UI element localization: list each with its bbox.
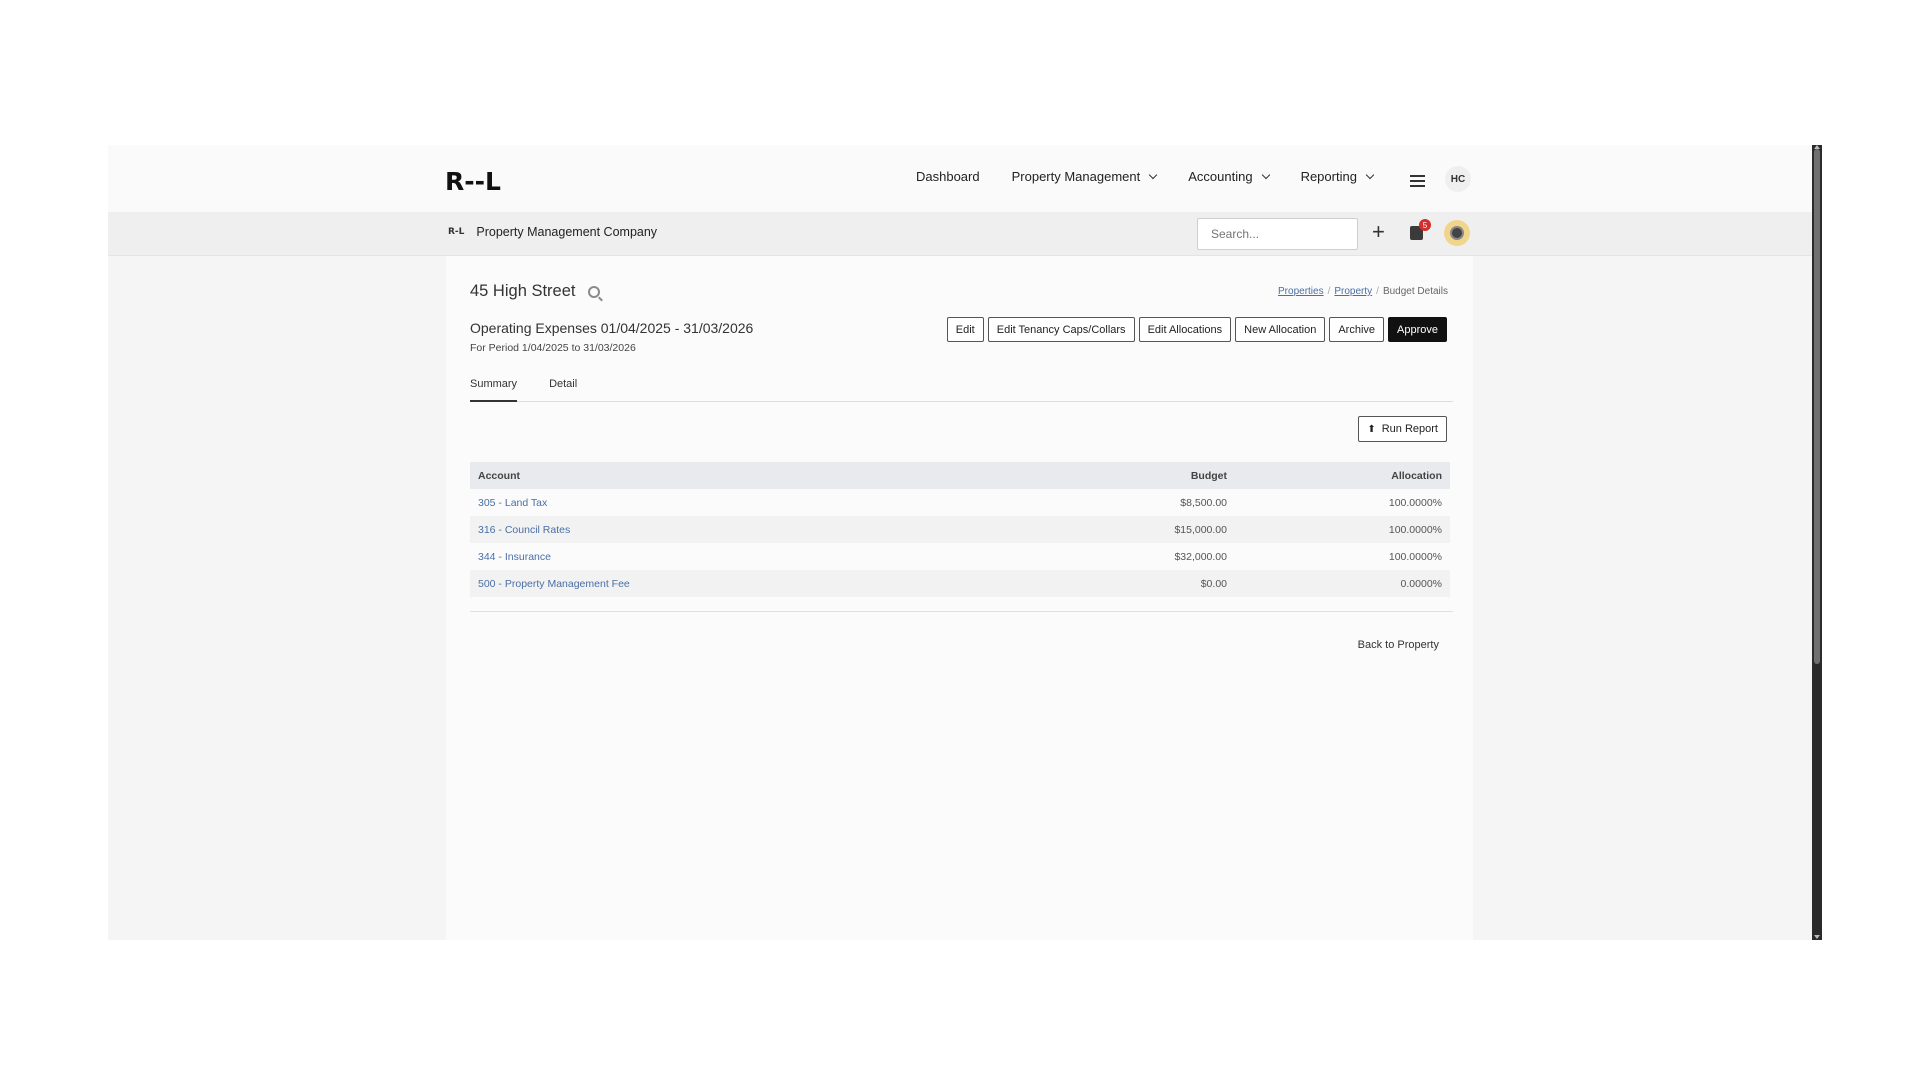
action-buttons: Edit Edit Tenancy Caps/Collars Edit Allo…	[943, 317, 1447, 342]
user-initials-avatar[interactable]: HC	[1445, 166, 1471, 192]
run-report-label: Run Report	[1381, 423, 1438, 435]
budget-title: Operating Expenses 01/04/2025 - 31/03/20…	[470, 320, 754, 336]
account-link[interactable]: 305 - Land Tax	[478, 497, 1107, 509]
table-row: 500 - Property Management Fee $0.00 0.00…	[470, 570, 1450, 597]
header-allocation: Allocation	[1391, 469, 1442, 482]
nav-property-management-label: Property Management	[1011, 169, 1141, 184]
divider	[470, 611, 1453, 612]
chevron-down-icon	[1261, 170, 1270, 179]
account-link[interactable]: 316 - Council Rates	[478, 524, 1107, 536]
breadcrumb-current: Budget Details	[1382, 286, 1448, 297]
page-title: 45 High Street	[470, 282, 601, 301]
new-allocation-button[interactable]: New Allocation	[1235, 317, 1326, 342]
chevron-down-icon	[1365, 170, 1375, 179]
account-link[interactable]: 344 - Insurance	[478, 551, 1107, 563]
back-to-property-link[interactable]: Back to Property	[1358, 639, 1439, 651]
budget-value: $8,500.00	[1180, 496, 1227, 509]
magnify-icon[interactable]	[588, 285, 601, 298]
table-header: Account Budget Allocation	[470, 462, 1450, 489]
budget-period: For Period 1/04/2025 to 31/03/2026	[470, 342, 636, 354]
allocation-value: 100.0000%	[1388, 523, 1442, 536]
scroll-down-icon[interactable]	[1814, 935, 1820, 939]
notification-badge: 5	[1419, 219, 1431, 231]
tab-summary[interactable]: Summary	[470, 374, 518, 402]
user-avatar[interactable]	[1444, 220, 1470, 246]
avatar-icon	[1450, 226, 1464, 240]
tab-detail[interactable]: Detail	[549, 374, 577, 402]
breadcrumb: Properties / Property / Budget Details	[1278, 286, 1448, 297]
nav-reporting-label: Reporting	[1300, 169, 1357, 184]
budget-value: $15,000.00	[1174, 523, 1227, 536]
browser-viewport: R--L Dashboard Property Management Accou…	[108, 145, 1822, 940]
edit-button[interactable]: Edit	[946, 317, 984, 342]
company-bar: R-L Property Management Company + 5	[108, 212, 1812, 256]
nav-reporting[interactable]: Reporting	[1300, 169, 1375, 184]
app-logo[interactable]: R--L	[445, 167, 501, 196]
top-navigation: R--L Dashboard Property Management Accou…	[108, 145, 1812, 212]
budget-details-card: 45 High Street Properties / Property / Budge…	[446, 256, 1473, 940]
approve-button[interactable]: Approve	[1388, 317, 1447, 342]
archive-button[interactable]: Archive	[1329, 317, 1385, 342]
budget-value: $0.00	[1200, 577, 1227, 590]
edit-tenancy-caps-button[interactable]: Edit Tenancy Caps/Collars	[987, 317, 1135, 342]
account-link[interactable]: 500 - Property Management Fee	[478, 578, 1107, 590]
search-input[interactable]	[1197, 218, 1358, 250]
company-selector[interactable]: R-L Property Management Company	[448, 225, 657, 239]
property-name: 45 High Street	[470, 282, 576, 300]
notification-icon[interactable]: 5	[1408, 219, 1431, 241]
table-row: 344 - Insurance $32,000.00 100.0000%	[470, 543, 1450, 570]
nav-accounting-label: Accounting	[1188, 169, 1253, 184]
breadcrumb-property[interactable]: Property	[1334, 286, 1372, 297]
edit-allocations-button[interactable]: Edit Allocations	[1138, 317, 1232, 342]
budget-value: $32,000.00	[1174, 550, 1227, 563]
run-report-button[interactable]: ⬆ Run Report	[1358, 416, 1447, 442]
budget-table: Account Budget Allocation 305 - Land Tax…	[470, 462, 1450, 597]
tab-bar: Summary Detail	[470, 374, 1453, 402]
header-account: Account	[478, 469, 520, 482]
vertical-scrollbar[interactable]	[1812, 145, 1822, 940]
allocation-value: 100.0000%	[1388, 496, 1442, 509]
nav-property-management[interactable]: Property Management	[1011, 169, 1158, 184]
header-budget: Budget	[1190, 469, 1227, 482]
nav-dashboard-label: Dashboard	[916, 169, 980, 184]
scrollbar-thumb[interactable]	[1814, 149, 1820, 664]
table-row: 305 - Land Tax $8,500.00 100.0000%	[470, 489, 1450, 516]
main-menu: Dashboard Property Management Accounting…	[916, 169, 1405, 184]
hamburger-menu-icon[interactable]	[1410, 175, 1425, 190]
table-row: 316 - Council Rates $15,000.00 100.0000%	[470, 516, 1450, 543]
plus-icon[interactable]: +	[1372, 221, 1385, 243]
nav-accounting[interactable]: Accounting	[1188, 169, 1270, 184]
company-logo-icon: R-L	[448, 227, 465, 237]
breadcrumb-properties[interactable]: Properties	[1278, 286, 1324, 297]
nav-dashboard[interactable]: Dashboard	[916, 169, 980, 184]
allocation-value: 0.0000%	[1400, 577, 1442, 590]
upload-icon: ⬆	[1367, 423, 1376, 435]
company-name: Property Management Company	[476, 225, 658, 239]
chevron-down-icon	[1148, 170, 1158, 179]
allocation-value: 100.0000%	[1388, 550, 1442, 563]
